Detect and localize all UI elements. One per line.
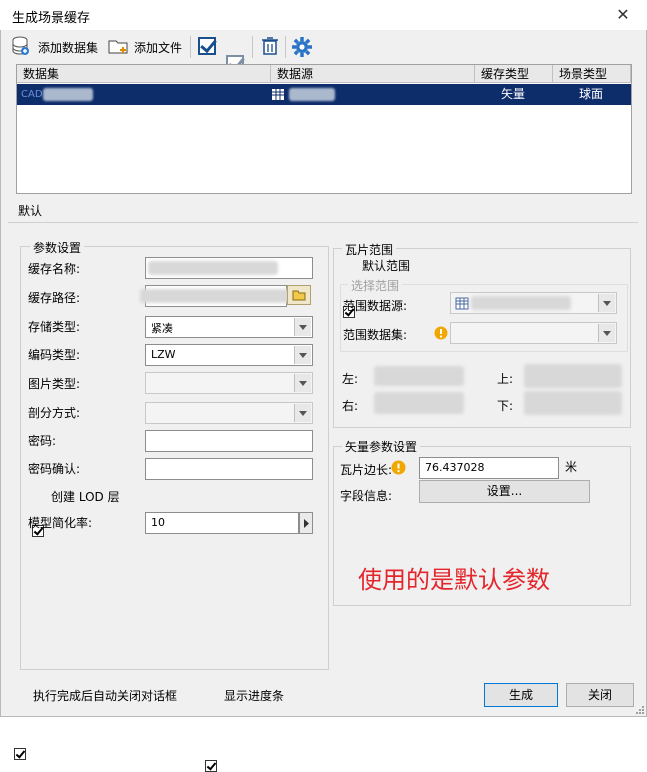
create-lod-label: 创建 LOD 层 bbox=[51, 490, 120, 504]
chevron-down-icon[interactable] bbox=[294, 318, 311, 336]
tile-range-title: 瓦片范围 bbox=[342, 241, 397, 258]
cache-name-input[interactable] bbox=[145, 257, 313, 279]
storage-type-value: 紧凑 bbox=[151, 322, 173, 335]
warning-icon bbox=[391, 460, 406, 475]
tile-side-value: 76.437028 bbox=[425, 461, 485, 474]
close-icon[interactable]: ✕ bbox=[612, 4, 634, 26]
folder-add-icon bbox=[108, 40, 128, 54]
select-range-title: 选择范围 bbox=[348, 277, 403, 294]
annotation-text: 使用的是默认参数 bbox=[358, 566, 550, 594]
redacted-range-datasource bbox=[471, 296, 571, 310]
cache-name-label: 缓存名称: bbox=[28, 262, 81, 276]
chevron-down-icon[interactable] bbox=[598, 324, 615, 342]
chevron-right-icon bbox=[304, 519, 309, 528]
datasource-icon bbox=[272, 89, 284, 100]
generate-button[interactable]: 生成 bbox=[484, 683, 558, 707]
redacted-cache-name bbox=[148, 261, 278, 275]
model-simplify-spin-button[interactable] bbox=[299, 512, 313, 534]
field-settings-button[interactable]: 设置... bbox=[419, 480, 590, 503]
right-bound-value bbox=[374, 392, 464, 414]
range-datasource-label: 范围数据源: bbox=[343, 299, 408, 313]
column-header-cache-type[interactable]: 缓存类型 bbox=[475, 65, 553, 83]
chevron-down-icon[interactable] bbox=[294, 374, 311, 392]
tile-side-input[interactable]: 76.437028 bbox=[419, 457, 559, 479]
left-bound-value bbox=[374, 366, 464, 386]
tab-divider bbox=[8, 222, 638, 223]
warning-icon bbox=[434, 326, 448, 340]
auto-close-label: 执行完成后自动关闭对话框 bbox=[33, 689, 178, 703]
right-bound-label: 右: bbox=[342, 399, 359, 413]
encoding-type-label: 编码类型: bbox=[28, 348, 81, 362]
param-settings-title: 参数设置 bbox=[30, 239, 85, 256]
auto-close-checkbox[interactable] bbox=[14, 748, 26, 760]
table-header: 数据集 数据源 缓存类型 场景类型 bbox=[17, 65, 631, 83]
password-label: 密码: bbox=[28, 434, 57, 448]
split-method-label: 剖分方式: bbox=[28, 406, 81, 420]
top-bound-label: 上: bbox=[497, 372, 514, 386]
model-simplify-value: 10 bbox=[151, 516, 165, 529]
bottom-bound-value bbox=[524, 391, 622, 415]
range-datasource-select[interactable] bbox=[450, 292, 617, 314]
close-button[interactable]: 关闭 bbox=[566, 683, 634, 707]
redacted-cache-path bbox=[140, 289, 290, 303]
redacted-dataset-name bbox=[43, 88, 93, 101]
row-scene-type: 球面 bbox=[579, 87, 604, 101]
tile-side-unit: 米 bbox=[565, 460, 578, 474]
password-input[interactable] bbox=[145, 430, 313, 452]
folder-icon bbox=[292, 290, 306, 301]
column-header-dataset[interactable]: 数据集 bbox=[17, 65, 271, 83]
split-method-select[interactable] bbox=[145, 402, 313, 424]
redacted-datasource-name bbox=[289, 88, 335, 101]
add-file-label: 添加文件 bbox=[134, 41, 183, 55]
title-bar bbox=[0, 0, 647, 30]
image-type-label: 图片类型: bbox=[28, 377, 81, 391]
show-progress-label: 显示进度条 bbox=[224, 689, 285, 703]
dataset-table[interactable]: 数据集 数据源 缓存类型 场景类型 CAD 矢量 球面 bbox=[16, 64, 632, 194]
model-simplify-label: 模型简化率: bbox=[28, 516, 93, 530]
vector-settings-title: 矢量参数设置 bbox=[342, 438, 421, 455]
column-header-scene-type[interactable]: 场景类型 bbox=[553, 65, 631, 83]
cache-path-label: 缓存路径: bbox=[28, 291, 81, 305]
encoding-type-select[interactable]: LZW bbox=[145, 344, 313, 366]
bottom-bound-label: 下: bbox=[497, 399, 514, 413]
model-simplify-input[interactable]: 10 bbox=[145, 512, 299, 534]
chevron-down-icon[interactable] bbox=[294, 404, 311, 422]
column-header-datasource[interactable]: 数据源 bbox=[271, 65, 475, 83]
field-info-label: 字段信息: bbox=[340, 489, 393, 503]
tab-default[interactable]: 默认 bbox=[18, 202, 42, 219]
encoding-type-value: LZW bbox=[151, 348, 176, 361]
password-confirm-input[interactable] bbox=[145, 458, 313, 480]
resize-grip-icon[interactable] bbox=[635, 705, 645, 715]
add-dataset-label: 添加数据集 bbox=[38, 41, 99, 55]
browse-folder-button[interactable] bbox=[287, 285, 311, 305]
show-progress-checkbox[interactable] bbox=[205, 760, 217, 772]
gear-icon[interactable] bbox=[291, 36, 313, 58]
toolbar-separator bbox=[190, 36, 191, 58]
cache-path-input[interactable] bbox=[140, 285, 290, 307]
default-range-label: 默认范围 bbox=[362, 259, 411, 273]
row-dataset: CAD bbox=[21, 89, 43, 100]
chevron-down-icon[interactable] bbox=[294, 346, 311, 364]
select-all-icon[interactable] bbox=[198, 37, 216, 55]
image-type-select[interactable] bbox=[145, 372, 313, 394]
table-row[interactable]: CAD 矢量 球面 bbox=[17, 84, 631, 105]
row-cache-type: 矢量 bbox=[501, 87, 526, 101]
datasource-icon bbox=[455, 297, 469, 310]
storage-type-label: 存储类型: bbox=[28, 320, 81, 334]
database-icon bbox=[12, 36, 29, 55]
tile-side-label: 瓦片边长: bbox=[340, 463, 393, 477]
left-bound-label: 左: bbox=[342, 372, 359, 386]
storage-type-select[interactable]: 紧凑 bbox=[145, 316, 313, 338]
toolbar-separator bbox=[285, 36, 286, 58]
delete-icon[interactable] bbox=[260, 36, 280, 56]
password-confirm-label: 密码确认: bbox=[28, 462, 81, 476]
top-bound-value bbox=[524, 364, 622, 388]
toolbar-separator bbox=[252, 36, 253, 58]
chevron-down-icon[interactable] bbox=[598, 294, 615, 312]
range-dataset-label: 范围数据集: bbox=[343, 328, 408, 342]
dialog-title: 生成场景缓存 bbox=[12, 11, 91, 26]
range-dataset-select[interactable] bbox=[450, 322, 617, 344]
